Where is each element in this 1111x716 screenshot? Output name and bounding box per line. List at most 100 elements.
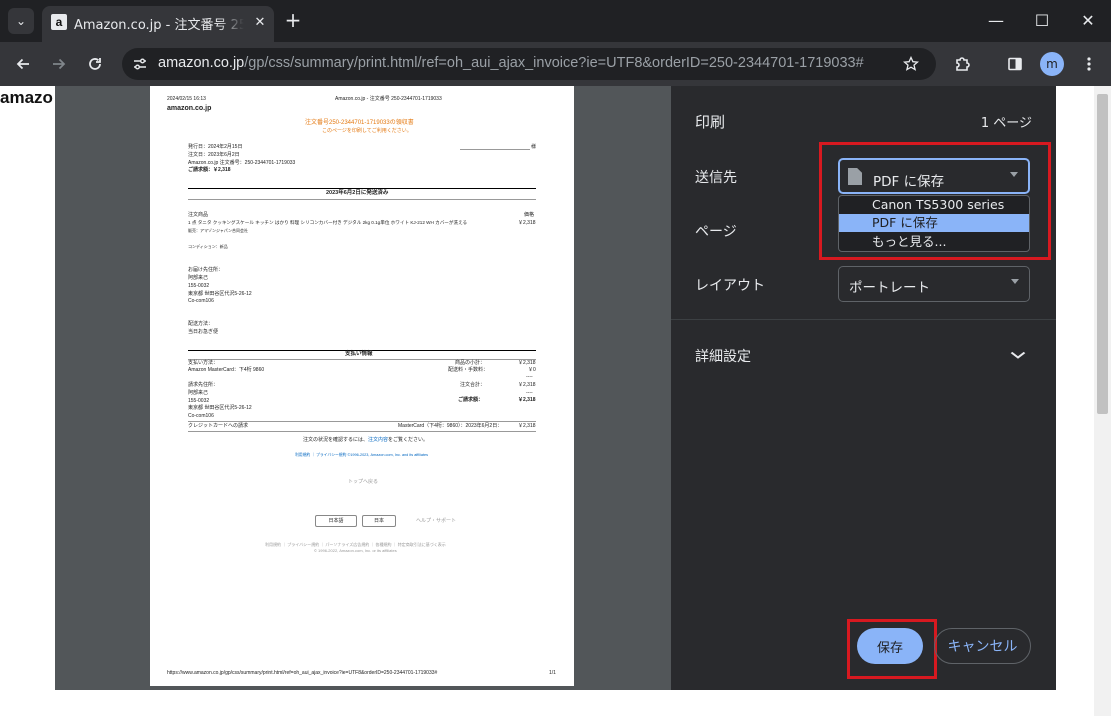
new-tab-button[interactable]: + [282, 10, 304, 32]
receipt-logo: amazon.co.jp [167, 105, 212, 112]
receipt-subtitle: このページを印刷してご利用ください。 [322, 128, 412, 134]
dash: ---- [526, 374, 533, 380]
billing-address: 東京都 世田谷区代沢5-26-12 [188, 405, 252, 411]
site-info-icon[interactable] [130, 54, 150, 74]
tab-strip: ⌄ a Amazon.co.jp - 注文番号 250-2344701-1719… [0, 0, 1111, 42]
shipping-name: 阿部来己 [188, 275, 209, 281]
caret-down-icon [1011, 279, 1019, 284]
shipping-method: 当日お急ぎ便 [188, 329, 219, 335]
pages-label: ページ [695, 224, 737, 240]
credit-charge-detail: MasterCard（下4桁：9860）：2023年6月2日： [398, 423, 503, 429]
shipping-method-label: 配送方法： [188, 321, 214, 327]
item-price: ￥2,318 [518, 220, 536, 226]
subtotal-label: 商品の小計： [455, 360, 486, 366]
print-title: 印刷 [695, 113, 726, 131]
tab-title: Amazon.co.jp - 注文番号 250-2344701-1719033の… [74, 18, 244, 33]
page-count: 1 ページ [980, 116, 1032, 131]
back-to-top-link[interactable]: トップへ戻る [348, 479, 378, 486]
status-note: 注文の状況を確認するには、注文内容をご覧ください。 [303, 437, 428, 444]
price-label: 価格 [524, 212, 535, 218]
credit-charge-label: クレジットカードへの請求 [188, 423, 249, 429]
browser-toolbar: amazon.co.jp/gp/css/summary/print.html/r… [0, 42, 1111, 86]
total: ￥2,318 [518, 382, 536, 388]
minimize-icon: — [988, 10, 1004, 30]
payment-header: 支払い情報 [345, 351, 373, 357]
back-arrow-icon[interactable] [11, 52, 35, 76]
star-icon[interactable] [900, 53, 922, 75]
billing-address-label: 請求先住所： [188, 382, 219, 388]
page-footer-number: 1/1 [549, 670, 556, 676]
minimize-button[interactable]: — [973, 0, 1019, 40]
order-details-link[interactable]: 注文内容 [368, 437, 388, 443]
total-billed: ご請求額：￥2,318 [188, 167, 231, 173]
country-button[interactable]: 日本 [362, 515, 396, 527]
extensions-icon[interactable] [951, 52, 975, 76]
item-condition: コンディション：新品 [188, 244, 228, 249]
url-path: /gp/css/summary/print.html/ref=oh_aui_aj… [244, 55, 864, 71]
section-divider [188, 199, 536, 200]
avatar[interactable]: m [1040, 52, 1064, 76]
chevron-down-icon: ⌄ [15, 14, 27, 28]
reload-icon[interactable] [83, 52, 107, 76]
preview-page: 2024/02/15 16:13 Amazon.co.jp - 注文番号 250… [150, 86, 574, 686]
ordered-items-label: 注文商品 [188, 212, 209, 218]
more-settings-toggle[interactable]: 詳細設定 [695, 346, 751, 366]
page-header-title: Amazon.co.jp - 注文番号 250-2344701-1719033 [335, 96, 442, 102]
shipping-zip: 155-0032 [188, 283, 210, 289]
chevron-down-icon[interactable] [1009, 348, 1027, 362]
print-preview-area: 2024/02/15 16:13 Amazon.co.jp - 注文番号 250… [55, 86, 671, 690]
bottom-copyright: © 1996-2022, Amazon.com, Inc. or its aff… [314, 548, 397, 553]
recipient-line [460, 149, 530, 150]
page-header-date: 2024/02/15 16:13 [167, 96, 206, 102]
panel-divider [671, 319, 1056, 320]
amazon-favicon-icon: a [51, 14, 67, 30]
payment-method-label: 支払い方法： [188, 360, 219, 366]
layout-select[interactable]: ポートレート [838, 266, 1030, 302]
issue-date: 発行日：2024年2月15日 [188, 144, 243, 150]
more-menu-icon[interactable] [1077, 52, 1101, 76]
billed-label: ご請求額： [458, 397, 484, 403]
maximize-button[interactable]: ☐ [1019, 0, 1065, 40]
page-scrollbar[interactable] [1094, 86, 1111, 716]
shipping-fee-label: 配送料・手数料： [448, 367, 489, 373]
tab-close-icon[interactable]: ✕ [250, 12, 270, 32]
footer-links[interactable]: 利用規約 ｜ プライバシー規約 ©1996-2023, Amazon.com, … [295, 453, 428, 458]
country-button-label: 日本 [373, 517, 384, 524]
shipping-address-label: お届け先住所： [188, 267, 224, 273]
recipient-suffix: 様 [531, 144, 537, 150]
shipping-address: 東京都 世田谷区代沢5-26-12 [188, 291, 252, 297]
address-bar[interactable]: amazon.co.jp/gp/css/summary/print.html/r… [122, 48, 936, 80]
close-window-button[interactable]: ✕ [1065, 0, 1111, 40]
url-host: amazon.co.jp [158, 55, 245, 71]
print-settings-panel: 印刷 1 ページ 送信先 PDF に保存 ページ Canon TS5300 se… [671, 86, 1056, 690]
bottom-links[interactable]: 利用規約 ｜ プライバシー規約 ｜ パーソナライズ広告規約 ｜ 各種規約 ｜ 特… [265, 542, 446, 547]
side-panel-icon[interactable] [1003, 52, 1027, 76]
dash: ---- [526, 390, 533, 396]
billing-building: Co-com106 [188, 413, 214, 419]
forward-arrow-icon[interactable] [47, 52, 71, 76]
cancel-button-label: キャンセル [947, 639, 1018, 655]
page-footer-url: https://www.amazon.co.jp/gp/css/summary/… [167, 670, 438, 676]
close-icon: ✕ [1081, 10, 1095, 30]
active-tab[interactable]: a Amazon.co.jp - 注文番号 250-2344701-171903… [42, 6, 274, 42]
credit-charge-amount: ￥2,318 [518, 423, 536, 429]
section-divider [188, 421, 536, 422]
order-number: Amazon.co.jp 注文番号：250-2344701-1719033 [188, 160, 296, 166]
billing-zip: 155-0032 [188, 398, 210, 404]
payment-method: Amazon MasterCard：下4桁 9860 [188, 367, 265, 373]
section-divider [188, 188, 536, 189]
language-button[interactable]: 日本語 [315, 515, 357, 527]
cancel-button[interactable]: キャンセル [934, 628, 1031, 664]
help-link[interactable]: ヘルプ・サポート [416, 518, 456, 525]
layout-label: レイアウト [695, 278, 765, 294]
item-name: 1 点 タニタ クッキングスケール キッチン はかり 料理 シリコンカバー付き … [188, 220, 468, 225]
scrollbar-thumb[interactable] [1097, 94, 1108, 414]
print-dialog: 2024/02/15 16:13 Amazon.co.jp - 注文番号 250… [55, 86, 1056, 690]
destination-label: 送信先 [695, 170, 737, 186]
item-seller: 販売：アマゾンジャパン合同会社 [188, 228, 248, 233]
highlight-box [819, 142, 1051, 260]
billing-name: 阿部来己 [188, 390, 209, 396]
tab-search-button[interactable]: ⌄ [8, 8, 34, 34]
section-divider [188, 431, 536, 432]
highlight-box [847, 619, 937, 679]
